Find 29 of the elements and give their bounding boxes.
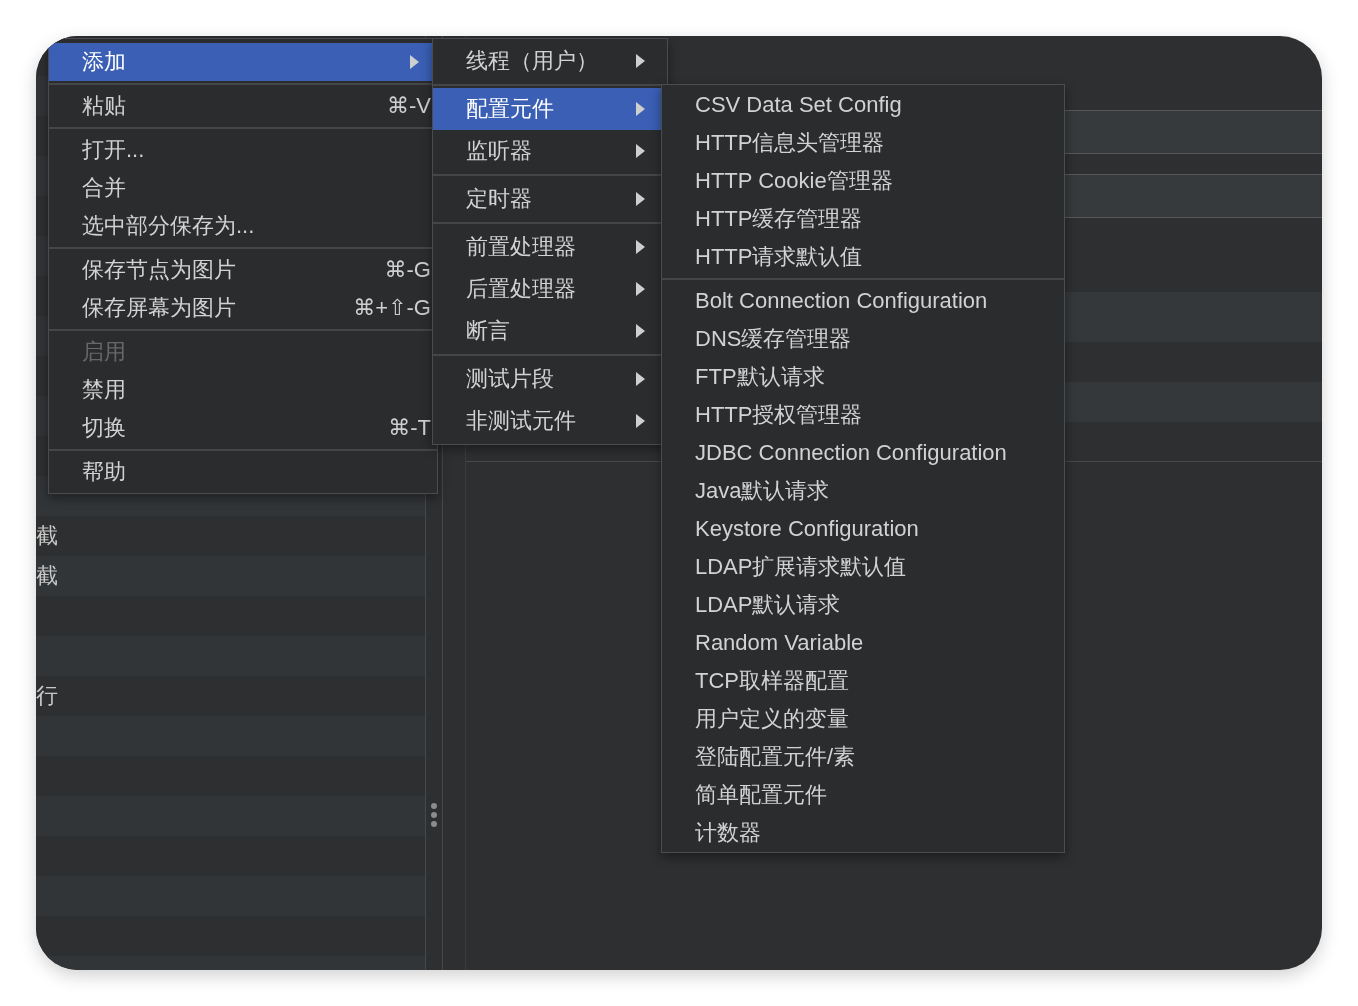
menu-item[interactable]: Keystore Configuration — [662, 510, 1064, 548]
submenu-arrow-icon — [410, 55, 419, 69]
submenu-arrow-icon — [636, 324, 645, 338]
shortcut-label: ⌘-T — [388, 415, 431, 441]
menu-item[interactable]: Random Variable — [662, 624, 1064, 662]
submenu-arrow-icon — [636, 192, 645, 206]
tree-item-label[interactable]: 行 — [36, 681, 58, 711]
menu-item[interactable]: 登陆配置元件/素 — [662, 738, 1064, 776]
menu-item[interactable]: 计数器 — [662, 814, 1064, 852]
tree-item-label[interactable]: 截 — [36, 521, 58, 551]
menu-item[interactable]: 简单配置元件 — [662, 776, 1064, 814]
submenu-arrow-icon — [636, 102, 645, 116]
menu-item[interactable]: LDAP默认请求 — [662, 586, 1064, 624]
splitter-handle[interactable] — [431, 802, 437, 828]
menu-item[interactable]: TCP取样器配置 — [662, 662, 1064, 700]
menu-item[interactable]: 用户定义的变量 — [662, 700, 1064, 738]
submenu-arrow-icon — [636, 282, 645, 296]
submenu-arrow-icon — [636, 144, 645, 158]
submenu-arrow-icon — [636, 414, 645, 428]
shortcut-label: ⌘+⇧-G — [353, 295, 431, 321]
submenu-arrow-icon — [636, 54, 645, 68]
menu-item[interactable]: LDAP扩展请求默认值 — [662, 548, 1064, 586]
submenu-arrow-icon — [636, 240, 645, 254]
tree-item-label[interactable]: 截 — [36, 561, 58, 591]
submenu-arrow-icon — [636, 372, 645, 386]
menu-item[interactable]: Java默认请求 — [662, 472, 1064, 510]
shortcut-label: ⌘-G — [384, 257, 431, 283]
shortcut-label: ⌘-V — [387, 93, 431, 119]
menu-item[interactable]: 帮助 — [49, 453, 437, 491]
